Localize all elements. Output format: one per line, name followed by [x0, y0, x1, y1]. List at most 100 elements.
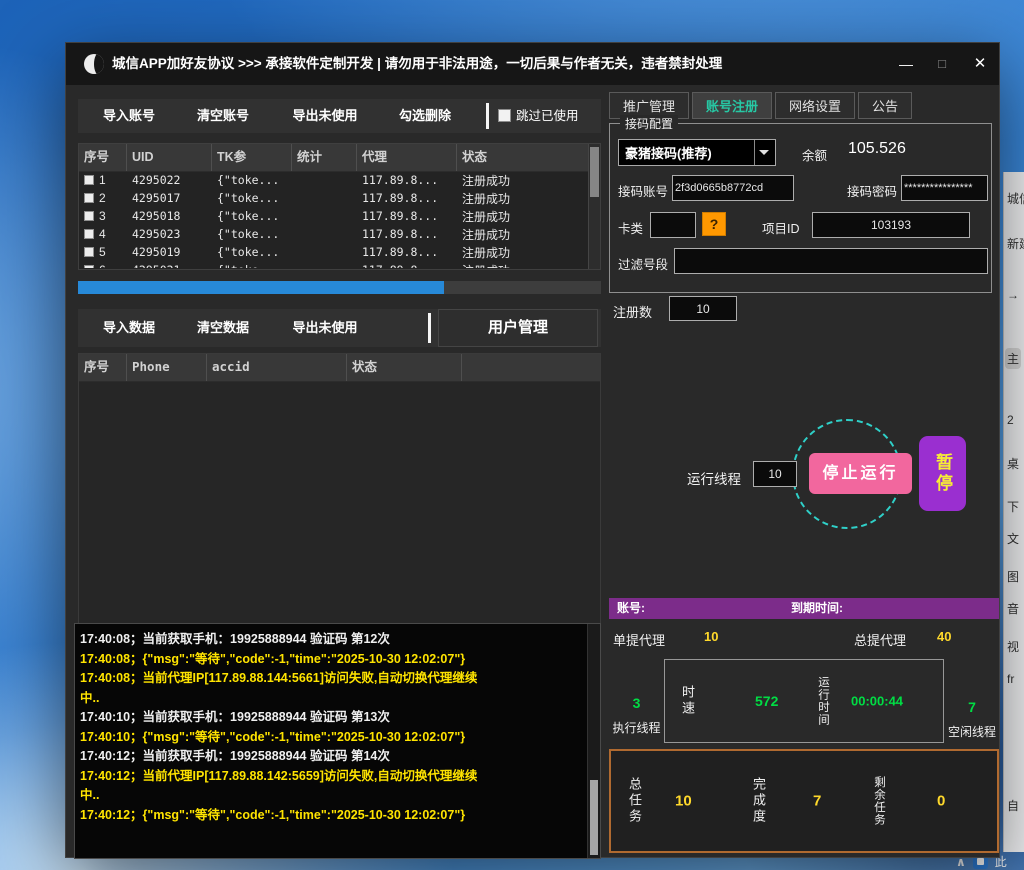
register-count-input[interactable] — [669, 296, 737, 321]
sms-config-legend: 接码配置 — [620, 115, 678, 132]
import-accounts-button[interactable]: 导入账号 — [84, 99, 174, 133]
column-header-proxy[interactable]: 代理 — [357, 144, 457, 171]
clear-data-button[interactable]: 清空数据 — [178, 309, 268, 347]
row-checkbox[interactable] — [84, 229, 94, 239]
background-window-item[interactable]: → — [1007, 288, 1019, 302]
account-row[interactable]: 34295018{"toke...117.89.8...注册成功 — [79, 207, 589, 225]
scrollbar-thumb[interactable] — [590, 780, 598, 855]
row-checkbox[interactable] — [84, 193, 94, 203]
row-checkbox[interactable] — [84, 265, 94, 268]
column-header-uid[interactable]: UID — [127, 144, 212, 171]
column-header-status[interactable]: 状态 — [347, 354, 462, 381]
user-manage-button[interactable]: 用户管理 — [438, 309, 598, 347]
row-tk-cell: {"toke... — [212, 173, 292, 187]
import-data-button[interactable]: 导入数据 — [84, 309, 174, 347]
run-threads-input[interactable] — [753, 461, 797, 487]
card-type-input[interactable] — [650, 212, 696, 238]
background-window-item[interactable]: 桌 — [1007, 455, 1019, 472]
export-unused-data-button[interactable]: 导出未使用 — [274, 309, 376, 347]
project-id-input[interactable] — [812, 212, 970, 238]
sms-provider-select[interactable]: 豪猪接码(推荐) — [618, 139, 776, 166]
close-button[interactable]: ✕ — [962, 43, 998, 85]
run-stats-box: 时速 572 运行时间 00:00:44 — [664, 659, 944, 743]
column-header-tk[interactable]: TK参 — [212, 144, 292, 171]
stop-run-button[interactable]: 停止运行 — [809, 453, 912, 494]
log-line: 17:40:08；当前代理IP[117.89.88.144:5661]访问失败,… — [80, 669, 584, 689]
row-index-cell: 2 — [79, 191, 127, 205]
log-line: 17:40:10；{"msg":"等待","code":-1,"time":"2… — [80, 728, 584, 748]
row-checkbox[interactable] — [84, 211, 94, 221]
sms-account-input[interactable] — [672, 175, 794, 201]
account-status-bar: 账号: 到期时间: — [609, 598, 999, 619]
column-header-phone[interactable]: Phone — [127, 354, 207, 381]
done-task-value: 7 — [813, 793, 821, 810]
background-window-item[interactable]: 视 — [1007, 638, 1019, 655]
row-proxy-cell: 117.89.8... — [357, 227, 457, 241]
accounts-hscrollbar[interactable] — [78, 281, 601, 294]
row-status-cell: 注册成功 — [457, 226, 589, 243]
log-line: 17:40:08；{"msg":"等待","code":-1,"time":"2… — [80, 650, 584, 670]
tab-network[interactable]: 网络设置 — [775, 92, 855, 119]
row-checkbox[interactable] — [84, 247, 94, 257]
row-index-cell: 6 — [79, 263, 127, 268]
row-proxy-cell: 117.89.8... — [357, 245, 457, 259]
background-window-item[interactable]: fr — [1007, 672, 1014, 686]
maximize-button[interactable]: □ — [924, 43, 960, 85]
help-button[interactable]: ? — [702, 212, 726, 236]
column-header-status[interactable]: 状态 — [457, 144, 600, 171]
account-row[interactable]: 24295017{"toke...117.89.8...注册成功 — [79, 189, 589, 207]
users-table-header: 序号 Phone accid 状态 — [79, 354, 600, 382]
filter-segment-input[interactable] — [674, 248, 988, 274]
background-window-item[interactable]: 下 — [1007, 498, 1019, 515]
delete-checked-button[interactable]: 勾选删除 — [378, 99, 472, 133]
account-row[interactable]: 54295019{"toke...117.89.8...注册成功 — [79, 243, 589, 261]
column-header-no[interactable]: 序号 — [79, 354, 127, 381]
row-index-cell: 4 — [79, 227, 127, 241]
app-window: 城信APP加好友协议 >>> 承接软件定制开发 | 请勿用于非法用途，一切后果与… — [65, 42, 1000, 858]
account-row[interactable]: 44295023{"toke...117.89.8...注册成功 — [79, 225, 589, 243]
sms-config-group: 接码配置 豪猪接码(推荐) 余额 105.526 接码账号 接码密码 卡类 ? … — [609, 123, 992, 293]
column-header-empty — [462, 354, 600, 381]
background-window-item[interactable]: 城信 — [1007, 190, 1024, 207]
accounts-table-scrollbar[interactable] — [588, 144, 600, 269]
window-title: 城信APP加好友协议 >>> 承接软件定制开发 | 请勿用于非法用途，一切后果与… — [112, 43, 722, 85]
row-uid-cell: 4295022 — [127, 173, 212, 187]
log-output[interactable]: 17:40:08；当前获取手机：19925888944 验证码 第12次17:4… — [74, 623, 601, 859]
background-window-item[interactable]: 音 — [1007, 600, 1019, 617]
tab-register[interactable]: 账号注册 — [692, 92, 772, 119]
background-window-item[interactable]: 主 — [1005, 348, 1021, 369]
row-status-cell: 注册成功 — [457, 208, 589, 225]
row-proxy-cell: 117.89.8... — [357, 191, 457, 205]
account-row[interactable]: 14295022{"toke...117.89.8...注册成功 — [79, 171, 589, 189]
row-tk-cell: {"toke... — [212, 227, 292, 241]
background-window-item[interactable]: 新建 — [1007, 235, 1024, 252]
minimize-button[interactable]: — — [888, 43, 924, 85]
account-row[interactable]: 64295021{"toke117.89.8注册成功 — [79, 261, 589, 268]
clear-accounts-button[interactable]: 清空账号 — [178, 99, 268, 133]
row-uid-cell: 4295017 — [127, 191, 212, 205]
log-scrollbar[interactable] — [587, 624, 600, 858]
column-header-stat[interactable]: 统计 — [292, 144, 357, 171]
column-header-accid[interactable]: accid — [207, 354, 347, 381]
background-window-item[interactable]: 2 — [1007, 413, 1014, 427]
row-checkbox[interactable] — [84, 175, 94, 185]
tab-announcement[interactable]: 公告 — [858, 92, 912, 119]
row-index-cell: 3 — [79, 209, 127, 223]
background-window-item[interactable]: 图 — [1007, 568, 1019, 585]
sms-password-input[interactable] — [901, 175, 988, 201]
pause-button[interactable]: 暂停 — [919, 436, 966, 511]
exec-threads-label: 执行线程 — [609, 719, 664, 736]
scrollbar-thumb[interactable] — [590, 147, 599, 197]
log-line: 17:40:12；当前代理IP[117.89.88.142:5659]访问失败,… — [80, 767, 584, 787]
background-window-item[interactable]: 自 — [1007, 797, 1019, 814]
column-header-no[interactable]: 序号 — [79, 144, 127, 171]
accounts-toolbar: 导入账号 清空账号 导出未使用 勾选删除 跳过已使用 — [78, 99, 601, 133]
task-stats-box: 总任务 10 完成度 7 剩余任务 0 — [609, 749, 999, 853]
scrollbar-thumb[interactable] — [78, 281, 444, 294]
row-tk-cell: {"toke... — [212, 191, 292, 205]
toolbar-separator — [486, 103, 489, 129]
background-window-item[interactable]: 文 — [1007, 530, 1019, 547]
export-unused-accounts-button[interactable]: 导出未使用 — [274, 99, 376, 133]
skip-used-checkbox[interactable] — [498, 109, 511, 122]
chevron-down-icon[interactable] — [754, 140, 775, 165]
